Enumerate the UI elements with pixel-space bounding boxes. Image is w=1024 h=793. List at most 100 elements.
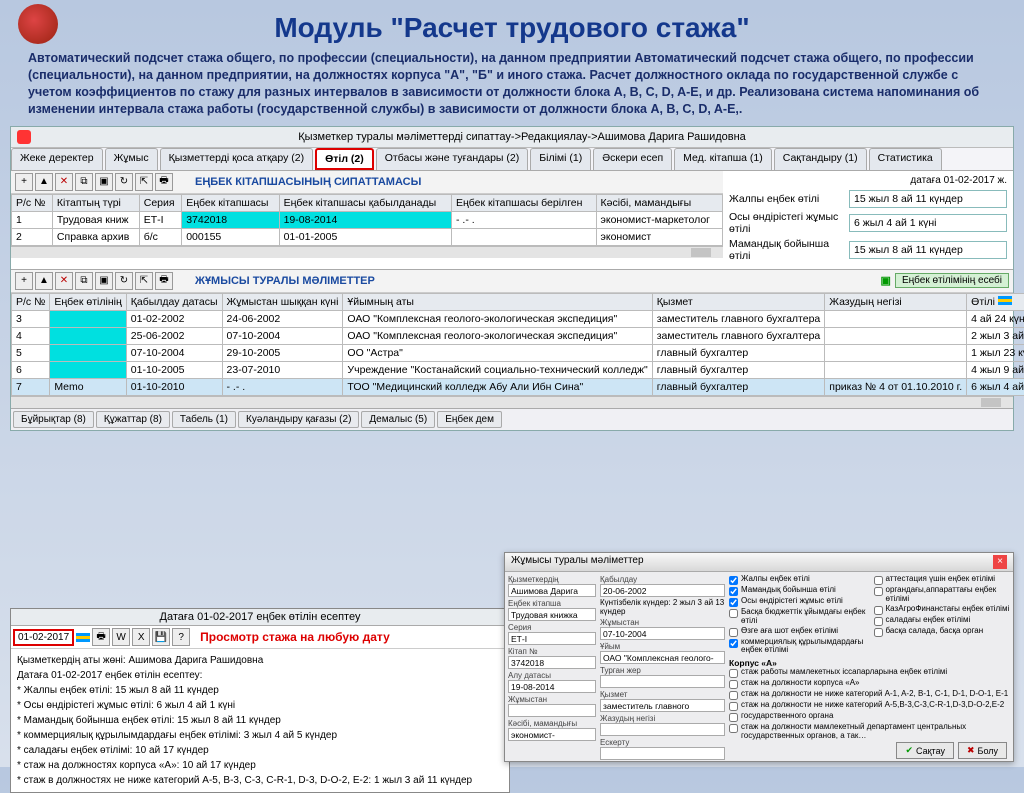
- checkbox[interactable]: [729, 587, 738, 596]
- bottom-tab[interactable]: Құжаттар (8): [96, 411, 170, 428]
- col-header[interactable]: Р/с №: [12, 293, 50, 310]
- print-button-3[interactable]: 🖶: [92, 628, 110, 646]
- col-header[interactable]: Еңбек кітапшасы берілген: [451, 194, 596, 211]
- cancel-button[interactable]: ✖Болу: [958, 742, 1007, 759]
- col-header[interactable]: Еңбек өтілінің: [50, 293, 126, 310]
- checkbox[interactable]: [874, 576, 883, 585]
- tab-1[interactable]: Жұмыс: [105, 148, 158, 170]
- date-input[interactable]: 01-02-2017: [13, 629, 74, 646]
- tab-9[interactable]: Статистика: [869, 148, 942, 170]
- bottom-tab[interactable]: Демалыс (5): [361, 411, 435, 428]
- checkbox[interactable]: [729, 669, 738, 678]
- field-value[interactable]: [508, 704, 596, 717]
- copy-button-2[interactable]: ⧉: [75, 272, 93, 290]
- bottom-tab[interactable]: Куәландыру қағазы (2): [238, 411, 359, 428]
- tab-5[interactable]: Білімі (1): [530, 148, 591, 170]
- delete-button-2[interactable]: ✕: [55, 272, 73, 290]
- checkbox[interactable]: [729, 724, 738, 733]
- field-value[interactable]: [600, 747, 725, 760]
- checkbox[interactable]: [874, 628, 883, 637]
- col-header[interactable]: Жұмыстан шыққан күні: [222, 293, 343, 310]
- expand-button[interactable]: ▣: [95, 173, 113, 191]
- copy-button[interactable]: ⧉: [75, 173, 93, 191]
- tab-8[interactable]: Сақтандыру (1): [774, 148, 867, 170]
- refresh-button-2[interactable]: ↻: [115, 272, 133, 290]
- table-row[interactable]: 7Memo01-10-2010- .- .ТОО "Медицинский ко…: [12, 378, 1024, 395]
- checkbox[interactable]: [729, 713, 738, 722]
- checkbox[interactable]: [729, 598, 738, 607]
- field-value[interactable]: 20-06-2002: [600, 584, 725, 597]
- export-button-2[interactable]: ⇱: [135, 272, 153, 290]
- export-excel-button[interactable]: X: [132, 628, 150, 646]
- refresh-button[interactable]: ↻: [115, 173, 133, 191]
- bottom-tab[interactable]: Бұйрықтар (8): [13, 411, 94, 428]
- tab-0[interactable]: Жеке деректер: [11, 148, 103, 170]
- save-button[interactable]: ✔Сақтау: [896, 742, 954, 759]
- table-row[interactable]: 601-10-200523-07-2010Учреждение "Костана…: [12, 361, 1024, 378]
- checkbox[interactable]: [874, 617, 883, 626]
- col-header[interactable]: Қабылдау датасы: [126, 293, 222, 310]
- export-button[interactable]: ⇱: [135, 173, 153, 191]
- tab-2[interactable]: Қызметтерді қоса атқару (2): [160, 148, 314, 170]
- field-value[interactable]: ЕТ-I: [508, 632, 596, 645]
- export-word-button[interactable]: W: [112, 628, 130, 646]
- checkbox[interactable]: [874, 606, 883, 615]
- col-header[interactable]: Еңбек кітапшасы: [182, 194, 279, 211]
- bottom-tab[interactable]: Еңбек дем: [437, 411, 502, 428]
- tab-6[interactable]: Әскери есеп: [593, 148, 672, 170]
- col-header[interactable]: Кәсібі, мамандығы: [596, 194, 723, 211]
- checkbox[interactable]: [729, 609, 738, 618]
- field-value[interactable]: Ашимова Дарига Рашидовна: [508, 584, 596, 597]
- add-button[interactable]: +: [15, 173, 33, 191]
- field-value[interactable]: [600, 723, 725, 736]
- field-value[interactable]: 19-08-2014: [508, 680, 596, 693]
- scrollbar-2[interactable]: [11, 396, 1013, 408]
- workbook-table[interactable]: Р/с №Кітаптың түріСерияЕңбек кітапшасыЕң…: [11, 194, 723, 246]
- delete-button[interactable]: ✕: [55, 173, 73, 191]
- table-row[interactable]: 425-06-200207-10-2004ОАО "Комплексная ге…: [12, 327, 1024, 344]
- edit-button-2[interactable]: ▲: [35, 272, 53, 290]
- field-value[interactable]: заместитель главного бухгалтера: [600, 699, 725, 712]
- col-header[interactable]: Кітаптың түрі: [52, 194, 139, 211]
- jobs-table[interactable]: Р/с №Еңбек өтілініңҚабылдау датасыЖұмыст…: [11, 293, 1024, 396]
- table-row[interactable]: 507-10-200429-10-2005ОО "Астра"главный б…: [12, 344, 1024, 361]
- checkbox[interactable]: [729, 680, 738, 689]
- report-button[interactable]: Еңбек өтілімінің есебі: [895, 273, 1009, 288]
- field-value[interactable]: Трудовая книжка: [508, 608, 596, 621]
- scrollbar[interactable]: [11, 246, 723, 258]
- table-row[interactable]: 301-02-200224-06-2002ОАО "Комплексная ге…: [12, 310, 1024, 327]
- edit-button[interactable]: ▲: [35, 173, 53, 191]
- col-header[interactable]: Р/с №: [12, 194, 53, 211]
- checkbox[interactable]: [729, 639, 738, 648]
- field-value[interactable]: экономист-маркетолог: [508, 728, 596, 741]
- expand-button-2[interactable]: ▣: [95, 272, 113, 290]
- bottom-tab[interactable]: Табель (1): [172, 411, 236, 428]
- col-header[interactable]: Өтілі: [967, 293, 1024, 310]
- close-icon[interactable]: ×: [993, 555, 1007, 569]
- checkbox[interactable]: [729, 702, 738, 711]
- checkbox[interactable]: [729, 628, 738, 637]
- checkbox[interactable]: [874, 587, 883, 596]
- col-header[interactable]: Жазудың негізі: [825, 293, 967, 310]
- field-value[interactable]: [600, 675, 725, 688]
- print-button-2[interactable]: 🖶: [155, 272, 173, 290]
- field-value[interactable]: ОАО "Комплексная геолого-экологическа: [600, 651, 725, 664]
- print-button[interactable]: 🖶: [155, 173, 173, 191]
- checkbox-label: саладағы еңбек өтілімі: [886, 616, 971, 625]
- col-header[interactable]: Серия: [139, 194, 181, 211]
- table-row[interactable]: 1Трудовая книжЕТ-I374201819-08-2014- .- …: [12, 211, 723, 228]
- checkbox[interactable]: [729, 576, 738, 585]
- tab-3[interactable]: Өтіл (2): [315, 148, 374, 170]
- tab-4[interactable]: Отбасы және туғандары (2): [376, 148, 528, 170]
- add-button-2[interactable]: +: [15, 272, 33, 290]
- field-value[interactable]: 3742018: [508, 656, 596, 669]
- tab-7[interactable]: Мед. кітапша (1): [674, 148, 772, 170]
- col-header[interactable]: Еңбек кітапшасы қабылданады: [279, 194, 451, 211]
- help-button[interactable]: ?: [172, 628, 190, 646]
- checkbox[interactable]: [729, 691, 738, 700]
- table-row[interactable]: 2Справка архивб/с00015501-01-2005экономи…: [12, 228, 723, 245]
- col-header[interactable]: Қызмет: [652, 293, 825, 310]
- save-button-3[interactable]: 💾: [152, 628, 170, 646]
- field-value[interactable]: 07-10-2004: [600, 627, 725, 640]
- col-header[interactable]: Ұйымның аты: [343, 293, 652, 310]
